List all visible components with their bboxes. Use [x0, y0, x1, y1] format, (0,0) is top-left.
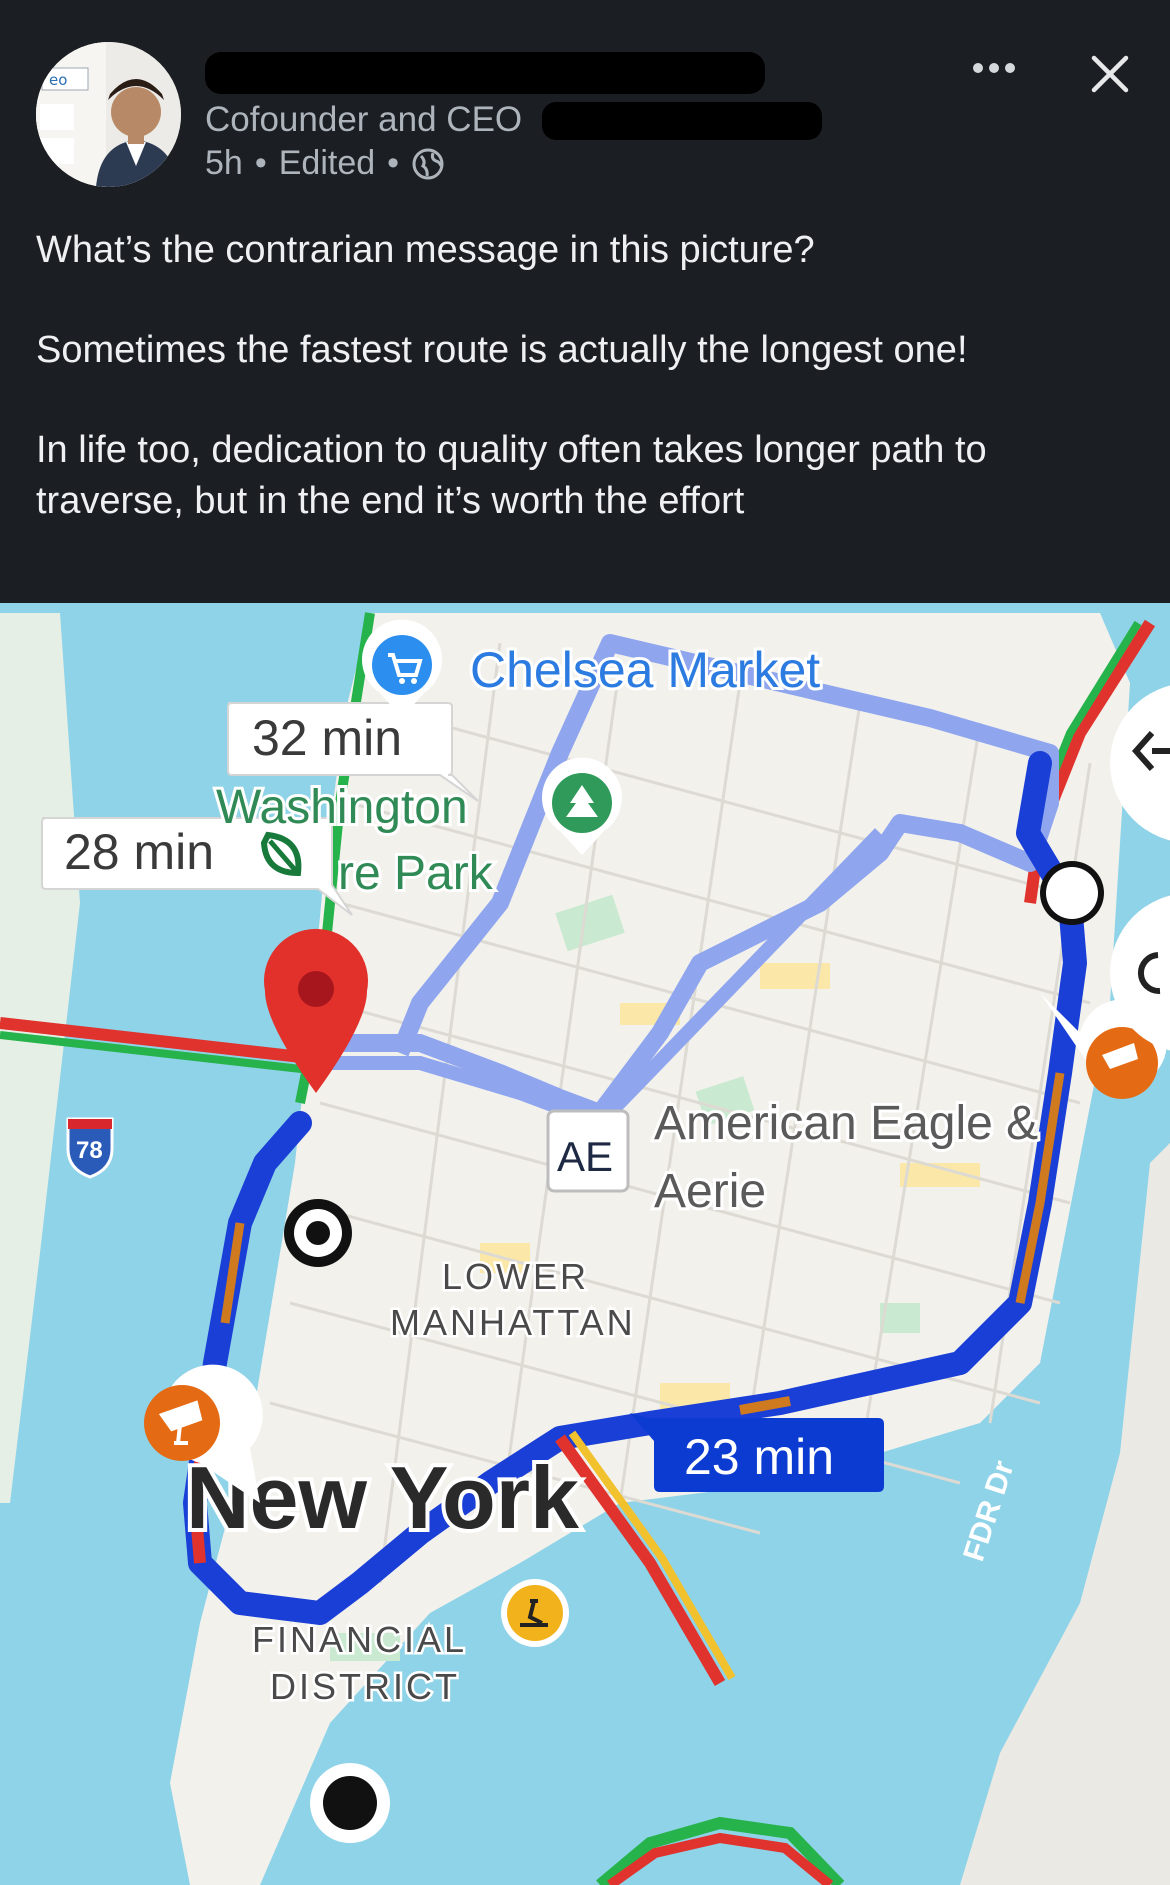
route-23-label: 23 min — [684, 1429, 834, 1485]
chelsea-market-label: Chelsea Market — [470, 642, 820, 698]
lower-manhattan-label-1: LOWER — [442, 1256, 589, 1297]
american-eagle-marker[interactable]: AE — [546, 1109, 630, 1193]
interstate-shield-icon: 78 — [66, 1117, 114, 1179]
author-subtitle: Cofounder and CEO — [205, 100, 523, 139]
washington-label: Washington — [216, 781, 468, 834]
route-time-23[interactable]: 23 min — [630, 1413, 884, 1492]
origin-dot — [310, 1763, 390, 1843]
financial-label-1: FINANCIAL — [252, 1619, 467, 1660]
close-button[interactable] — [1080, 44, 1140, 104]
route-28-label: 28 min — [64, 824, 214, 880]
map-image[interactable]: 32 min 28 min 23 min Chelsea Market Wash… — [0, 603, 1170, 1885]
post-time: 5h — [205, 144, 243, 182]
post-text: What’s the contrarian message in this pi… — [0, 225, 1170, 527]
redacted-author-name — [205, 52, 765, 94]
more-options-button[interactable] — [966, 40, 1022, 96]
square-park-label: re Park — [338, 847, 494, 900]
ae-badge-text: AE — [557, 1133, 613, 1180]
more-dots-icon — [973, 63, 1015, 73]
post-header: eo Cofounder and CEO 5h • Edited • — [0, 0, 1170, 225]
globe-icon — [412, 148, 444, 179]
author-avatar[interactable]: eo — [36, 42, 181, 187]
route-32-label: 32 min — [252, 710, 402, 766]
waypoint-start — [1040, 861, 1104, 925]
post-paragraph-3: In life too, dedication to quality often… — [36, 429, 987, 522]
construction-marker[interactable] — [501, 1579, 569, 1647]
post-paragraph-2: Sometimes the fastest route is actually … — [36, 329, 968, 371]
close-icon — [1091, 55, 1129, 93]
financial-label-2: DISTRICT — [270, 1666, 460, 1707]
meta-separator-2: • — [387, 144, 400, 182]
route-map: 32 min 28 min 23 min Chelsea Market Wash… — [0, 603, 1170, 1885]
american-eagle-label-2: Aerie — [654, 1165, 766, 1218]
edited-label: Edited — [278, 144, 376, 182]
redacted-company — [542, 102, 822, 140]
meta-separator: • — [254, 144, 267, 182]
american-eagle-label-1: American Eagle & — [654, 1097, 1038, 1150]
lower-manhattan-label-2: MANHATTAN — [390, 1302, 636, 1343]
svg-text:eo: eo — [49, 71, 67, 89]
post-meta: 5h • Edited • — [205, 144, 445, 183]
highway-shield-number: 78 — [76, 1137, 103, 1164]
route-endpoint-icon — [284, 1199, 352, 1267]
post-paragraph-1: What’s the contrarian message in this pi… — [36, 229, 815, 271]
